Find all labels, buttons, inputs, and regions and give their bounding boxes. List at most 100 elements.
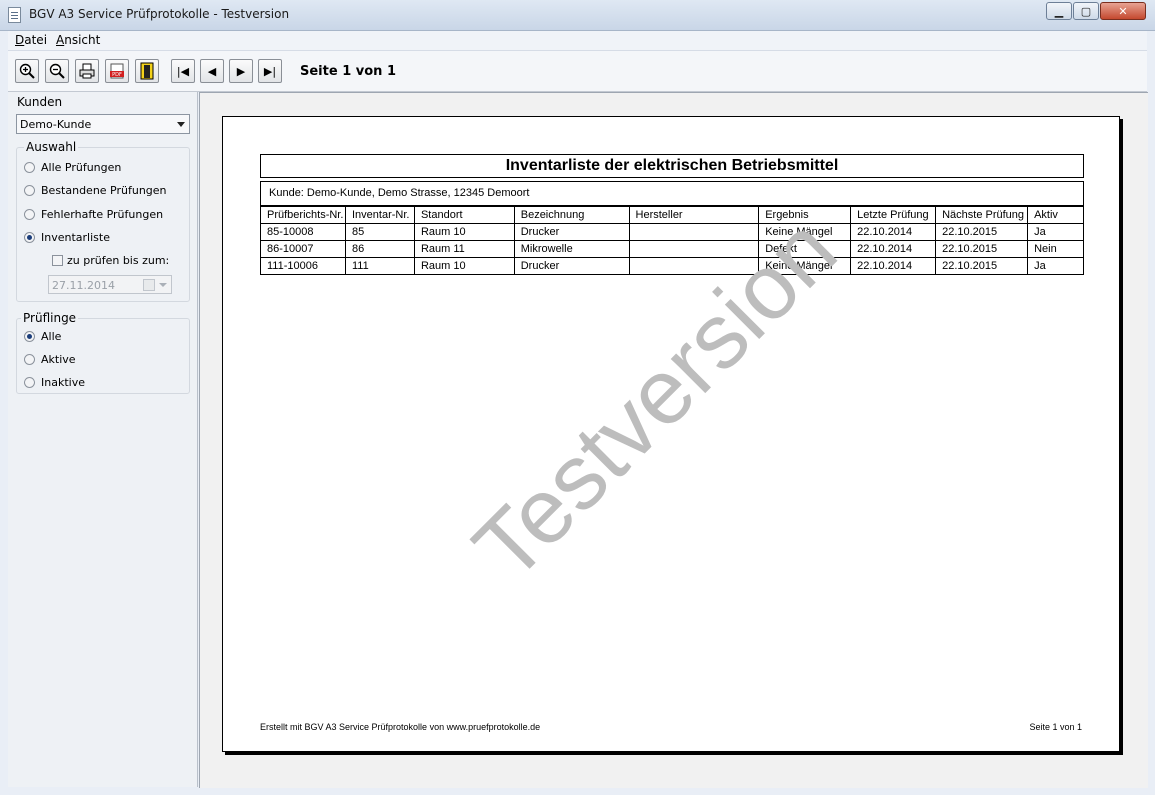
date-picker[interactable]: 27.11.2014 [48, 275, 172, 294]
table-cell: Mikrowelle [513, 240, 630, 258]
zu-pruefen-label: zu prüfen bis zum: [67, 253, 170, 267]
chevron-down-icon [159, 283, 167, 287]
table-cell: Ja [1027, 257, 1084, 275]
col-header: Standort [413, 206, 515, 224]
table-cell: 22.10.2014 [850, 223, 937, 241]
table-cell: 111-10006 [260, 257, 346, 275]
menu-ansicht[interactable]: Ansicht [56, 33, 100, 47]
calendar-icon [143, 279, 155, 291]
last-page-button[interactable]: ▶| [258, 59, 282, 83]
menu-datei-mnemonic: D [15, 33, 25, 47]
next-page-button[interactable]: ▶ [229, 59, 253, 83]
table-cell: 22.10.2015 [935, 223, 1029, 241]
radio-inventarliste[interactable]: Inventarliste [24, 229, 110, 245]
zoom-in-button[interactable] [15, 59, 39, 83]
kunden-select-value: Demo-Kunde [20, 118, 92, 131]
radio-inaktive[interactable]: Inaktive [24, 374, 85, 390]
table-header-row: Prüfberichts-Nr. Inventar-Nr. Standort B… [260, 206, 1084, 224]
chevron-down-icon [177, 122, 185, 127]
table-cell: Nein [1027, 240, 1084, 258]
radio-alle[interactable]: Alle [24, 328, 61, 344]
radio-alle-pruefungen[interactable]: Alle Prüfungen [24, 159, 121, 175]
prueflinge-label: Prüflinge [21, 311, 79, 325]
previous-page-button[interactable]: ◀ [200, 59, 224, 83]
table-cell [628, 223, 760, 241]
kunden-select[interactable]: Demo-Kunde [16, 114, 190, 134]
title-bar[interactable]: BGV A3 Service Prüfprotokolle - Testvers… [0, 0, 1155, 31]
radio-label: Fehlerhafte Prüfungen [41, 207, 164, 221]
radio-circle-icon [24, 376, 35, 388]
table-cell: 22.10.2014 [850, 240, 937, 258]
app-document-icon [8, 7, 21, 23]
auswahl-label: Auswahl [24, 140, 79, 154]
table-cell: 86-10007 [260, 240, 346, 258]
radio-label: Inaktive [41, 375, 85, 389]
col-header: Letzte Prüfung [850, 206, 937, 224]
maximize-button[interactable]: ▢ [1073, 2, 1099, 20]
col-header: Nächste Prüfung [935, 206, 1029, 224]
close-button[interactable]: ✕ [1100, 2, 1146, 20]
first-page-button[interactable]: |◀ [171, 59, 195, 83]
report-page: Inventarliste der elektrischen Betriebsm… [222, 116, 1120, 752]
radio-circle-icon [24, 161, 35, 173]
col-header: Bezeichnung [513, 206, 630, 224]
table-row: 111-10006 111 Raum 10 Drucker Keine Mäng… [260, 257, 1084, 275]
zu-pruefen-checkbox[interactable]: zu prüfen bis zum: [52, 252, 169, 268]
report-title: Inventarliste der elektrischen Betriebsm… [260, 154, 1084, 178]
table-cell: 85 [344, 223, 415, 241]
table-cell: 85-10008 [260, 223, 346, 241]
inventory-table: Prüfberichts-Nr. Inventar-Nr. Standort B… [260, 206, 1084, 275]
table-row: 86-10007 86 Raum 11 Mikrowelle Defekt 22… [260, 240, 1084, 258]
radio-circle-icon [24, 353, 35, 365]
table-cell: 111 [344, 257, 415, 275]
page-indicator: Seite 1 von 1 [300, 64, 396, 79]
col-header: Inventar-Nr. [344, 206, 415, 224]
table-cell: Drucker [513, 223, 630, 241]
svg-text:PDF: PDF [112, 72, 122, 78]
window-title: BGV A3 Service Prüfprotokolle - Testvers… [29, 7, 290, 21]
menu-ansicht-label: nsicht [64, 33, 101, 47]
report-footer-credit: Erstellt mit BGV A3 Service Prüfprotokol… [260, 722, 541, 732]
checkbox-icon [52, 254, 63, 266]
radio-bestandene-pruefungen[interactable]: Bestandene Prüfungen [24, 182, 167, 198]
filter-sidebar: Kunden Demo-Kunde Auswahl Alle Prüfungen… [8, 92, 198, 787]
exit-door-icon [140, 62, 154, 80]
radio-label: Inventarliste [41, 230, 110, 244]
table-row: 85-10008 85 Raum 10 Drucker Keine Mängel… [260, 223, 1084, 241]
report-preview[interactable]: Inventarliste der elektrischen Betriebsm… [199, 92, 1148, 788]
pdf-export-icon: PDF [110, 63, 124, 79]
radio-label: Alle [41, 329, 62, 343]
radio-label: Alle Prüfungen [41, 160, 122, 174]
table-cell: 86 [344, 240, 415, 258]
menu-ansicht-mnemonic: A [56, 33, 65, 47]
menu-datei[interactable]: Datei [15, 33, 47, 47]
table-cell: 22.10.2015 [935, 257, 1029, 275]
table-cell: Raum 11 [413, 240, 515, 258]
zoom-in-icon [19, 63, 35, 79]
table-cell: Drucker [513, 257, 630, 275]
report-customer-line: Kunde: Demo-Kunde, Demo Strasse, 12345 D… [260, 181, 1084, 206]
col-header: Aktiv [1027, 206, 1084, 224]
app-window: BGV A3 Service Prüfprotokolle - Testvers… [0, 0, 1155, 795]
table-cell: Raum 10 [413, 223, 515, 241]
zoom-out-icon [49, 63, 65, 79]
menu-datei-label: atei [24, 33, 48, 47]
table-cell: Ja [1027, 223, 1084, 241]
exit-button[interactable] [135, 59, 159, 83]
radio-circle-icon [24, 208, 35, 220]
radio-selected-icon [24, 231, 35, 243]
print-button[interactable] [75, 59, 99, 83]
radio-label: Bestandene Prüfungen [41, 183, 167, 197]
table-cell: 22.10.2015 [935, 240, 1029, 258]
pdf-export-button[interactable]: PDF [105, 59, 129, 83]
zoom-out-button[interactable] [45, 59, 69, 83]
radio-aktive[interactable]: Aktive [24, 351, 76, 367]
print-icon [79, 63, 95, 79]
menu-bar: Datei Ansicht [8, 31, 1147, 51]
date-value: 27.11.2014 [52, 279, 115, 292]
radio-circle-icon [24, 184, 35, 196]
table-cell: 22.10.2014 [850, 257, 937, 275]
minimize-button[interactable]: ▁ [1046, 2, 1072, 20]
radio-selected-icon [24, 330, 35, 342]
radio-fehlerhafte-pruefungen[interactable]: Fehlerhafte Prüfungen [24, 206, 163, 222]
